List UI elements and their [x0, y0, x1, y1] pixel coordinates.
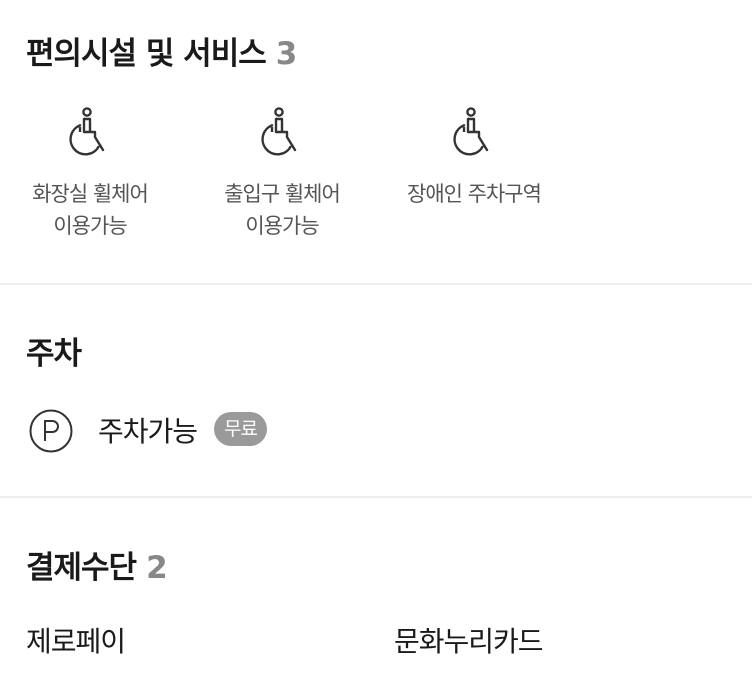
payment-title: 결제수단 2 [26, 542, 168, 587]
facility-label-line1: 출입구 휠체어 [224, 182, 341, 206]
facility-label: 장애인 주차구역 [399, 178, 549, 210]
payment-count: 2 [146, 550, 168, 586]
section-divider [0, 496, 752, 498]
facilities-count: 3 [275, 36, 298, 72]
facilities-title: 편의시설 및 서비스 3 [26, 28, 298, 73]
facility-label-line2: 이용가능 [245, 214, 319, 238]
facility-label-line1: 장애인 주차구역 [407, 182, 542, 206]
parking-fee-badge: 무료 [214, 412, 267, 446]
facility-item-disabled-parking: 장애인 주차구역 [399, 106, 549, 210]
facility-label: 화장실 휠체어 이용가능 [15, 178, 165, 242]
parking-icon [29, 409, 73, 453]
wheelchair-icon [68, 106, 112, 164]
payment-method-item: 제로페이 [26, 625, 126, 658]
facility-item-restroom-wheelchair: 화장실 휠체어 이용가능 [15, 106, 165, 242]
payment-title-text: 결제수단 [26, 550, 137, 586]
facility-label-line2: 이용가능 [53, 214, 127, 238]
facilities-title-text: 편의시설 및 서비스 [26, 36, 267, 72]
section-divider [0, 283, 752, 285]
parking-label: 주차가능 [98, 415, 198, 448]
facility-label: 출입구 휠체어 이용가능 [207, 178, 357, 242]
parking-title: 주차 [26, 336, 82, 372]
facility-item-entrance-wheelchair: 출입구 휠체어 이용가능 [207, 106, 357, 242]
wheelchair-icon [260, 106, 304, 164]
wheelchair-icon [452, 106, 496, 164]
facility-label-line1: 화장실 휠체어 [32, 182, 149, 206]
payment-method-item: 문화누리카드 [394, 625, 544, 658]
